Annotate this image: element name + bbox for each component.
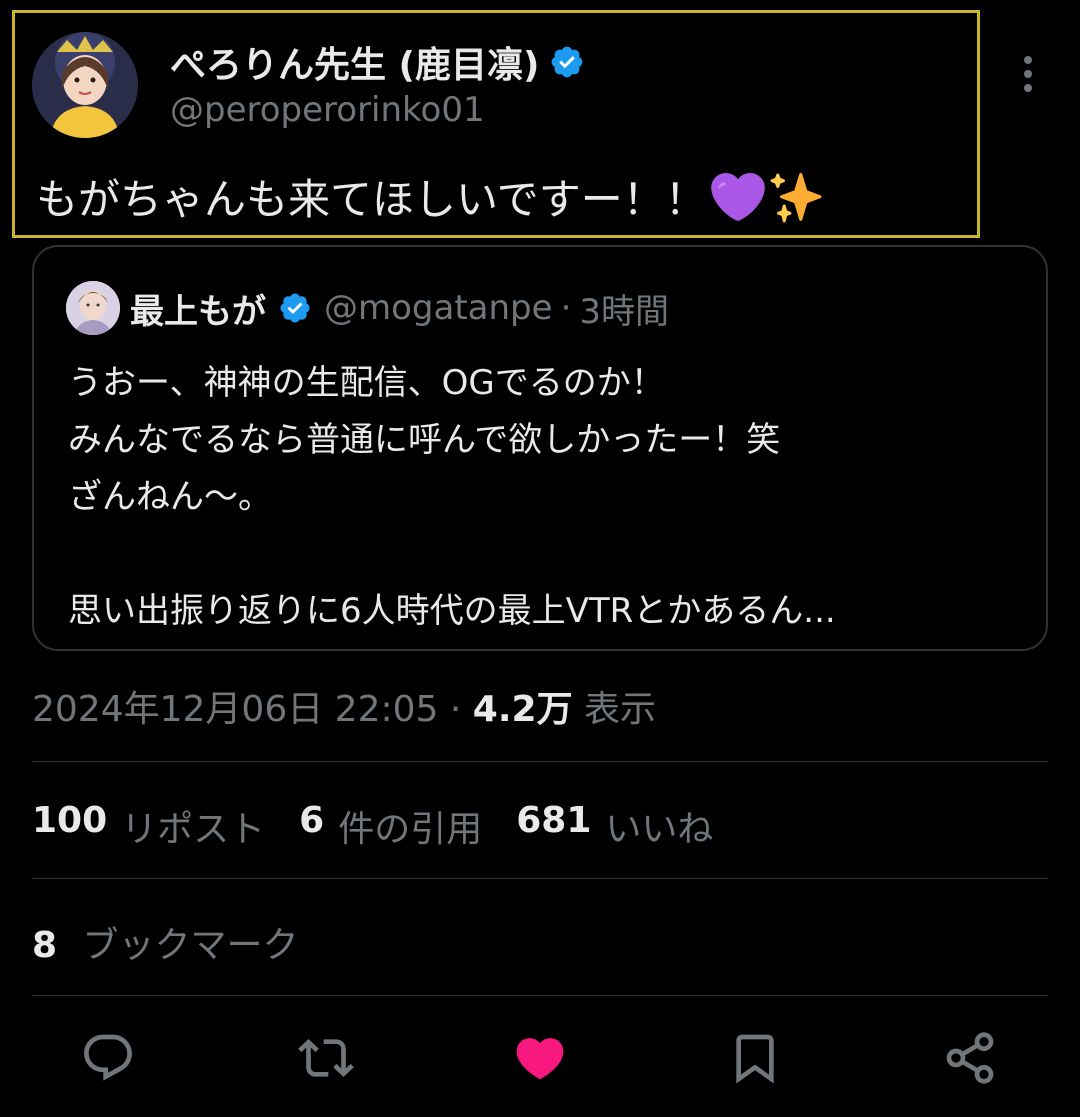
bookmarks-count[interactable]: 8 bbox=[32, 925, 57, 966]
like-icon[interactable] bbox=[512, 1030, 568, 1086]
views-label: 表示 bbox=[584, 689, 657, 730]
reply-icon[interactable] bbox=[80, 1030, 136, 1086]
quoted-tweet-body: うおー、神神の生配信、OGでるのか！ みんなでるなら普通に呼んで欲しかったー！笑… bbox=[68, 363, 836, 631]
quoted-author-handle[interactable]: @mogatanpe bbox=[324, 288, 553, 328]
author-name-text: ぺろりん先生 (鹿目凛) bbox=[170, 45, 540, 86]
author-handle[interactable]: @peroperorinko01 bbox=[170, 90, 485, 130]
sparkles-icon bbox=[770, 172, 822, 222]
verified-badge-icon bbox=[280, 293, 310, 323]
quoted-separator: · bbox=[560, 288, 572, 328]
purple-heart-icon bbox=[710, 172, 765, 221]
author-avatar[interactable] bbox=[32, 32, 138, 138]
quotes-count[interactable]: 6 bbox=[299, 800, 324, 852]
reposts-count[interactable]: 100 bbox=[32, 800, 107, 852]
tweet-meta: 2024年12月06日 22:05 · 4.2万 表示 bbox=[32, 680, 656, 732]
likes-label[interactable]: いいね bbox=[605, 800, 713, 852]
verified-badge-icon bbox=[552, 46, 583, 78]
quoted-author-name[interactable]: 最上もが bbox=[130, 284, 266, 333]
quoted-timestamp[interactable]: 3時間 bbox=[579, 284, 669, 333]
more-options-icon[interactable] bbox=[1014, 54, 1042, 94]
quoted-tweet-header: 最上もが @mogatanpe · 3時間 bbox=[130, 281, 669, 335]
bookmark-icon[interactable] bbox=[727, 1030, 783, 1086]
tweet-timestamp[interactable]: 2024年12月06日 22:05 bbox=[32, 689, 438, 730]
quoted-author-avatar[interactable] bbox=[66, 281, 120, 335]
quoted-tweet-card[interactable]: 最上もが @mogatanpe · 3時間 うおー、神神の生配信、OGでるのか！… bbox=[32, 245, 1048, 651]
views-count: 4.2万 bbox=[472, 689, 573, 730]
divider bbox=[32, 878, 1048, 879]
quotes-label[interactable]: 件の引用 bbox=[338, 800, 482, 852]
author-display-name[interactable]: ぺろりん先生 (鹿目凛) bbox=[170, 36, 585, 88]
divider bbox=[32, 761, 1048, 762]
reposts-label[interactable]: リポスト bbox=[121, 800, 265, 852]
action-bar bbox=[0, 1030, 1080, 1090]
bookmark-stats: 8 ブックマーク bbox=[32, 916, 333, 968]
tweet-text-content: もがちゃんも来てほしいですー！！ bbox=[36, 175, 707, 224]
tweet-text: もがちゃんも来てほしいですー！！ bbox=[36, 166, 823, 227]
retweet-icon[interactable] bbox=[298, 1030, 354, 1086]
bookmarks-label[interactable]: ブックマーク bbox=[83, 925, 299, 966]
likes-count[interactable]: 681 bbox=[516, 800, 591, 852]
divider bbox=[32, 995, 1048, 996]
share-icon[interactable] bbox=[942, 1030, 998, 1086]
meta-separator: · bbox=[449, 689, 462, 730]
engagement-stats: 100 リポスト 6 件の引用 681 いいね bbox=[32, 800, 747, 852]
